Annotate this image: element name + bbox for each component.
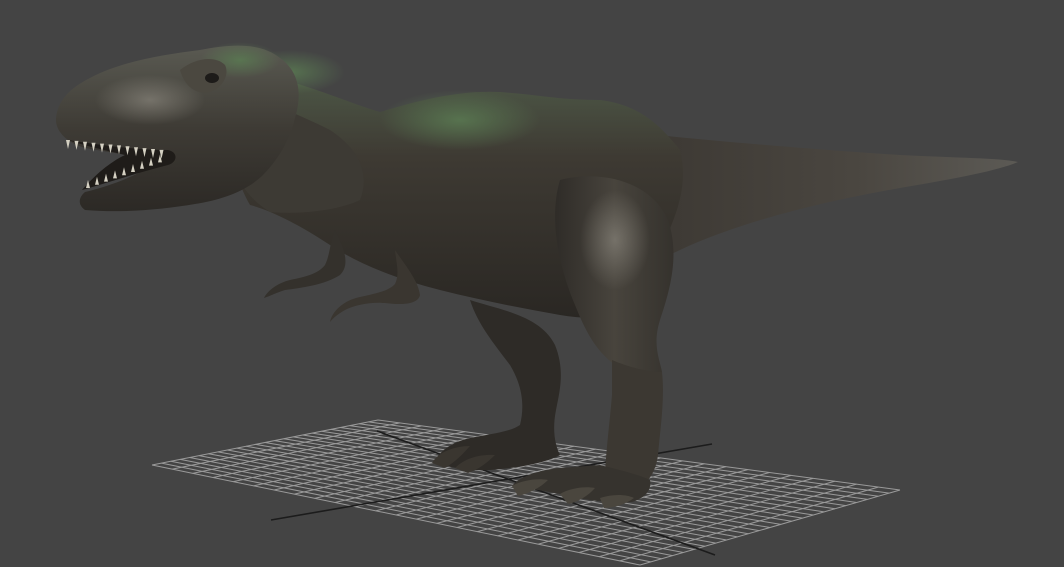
dinosaur-far-arm — [264, 230, 346, 298]
dinosaur-eye — [205, 73, 219, 83]
grid-line — [619, 486, 879, 562]
green-patch-shoulder — [380, 90, 540, 150]
3d-viewport[interactable] — [0, 0, 1064, 567]
dinosaur-far-leg — [435, 300, 561, 471]
grid-line — [639, 489, 901, 566]
dinosaur-model[interactable] — [55, 42, 1018, 508]
tooth — [66, 140, 70, 149]
viewport-canvas[interactable] — [0, 0, 1064, 567]
thigh-sheen — [580, 190, 650, 290]
